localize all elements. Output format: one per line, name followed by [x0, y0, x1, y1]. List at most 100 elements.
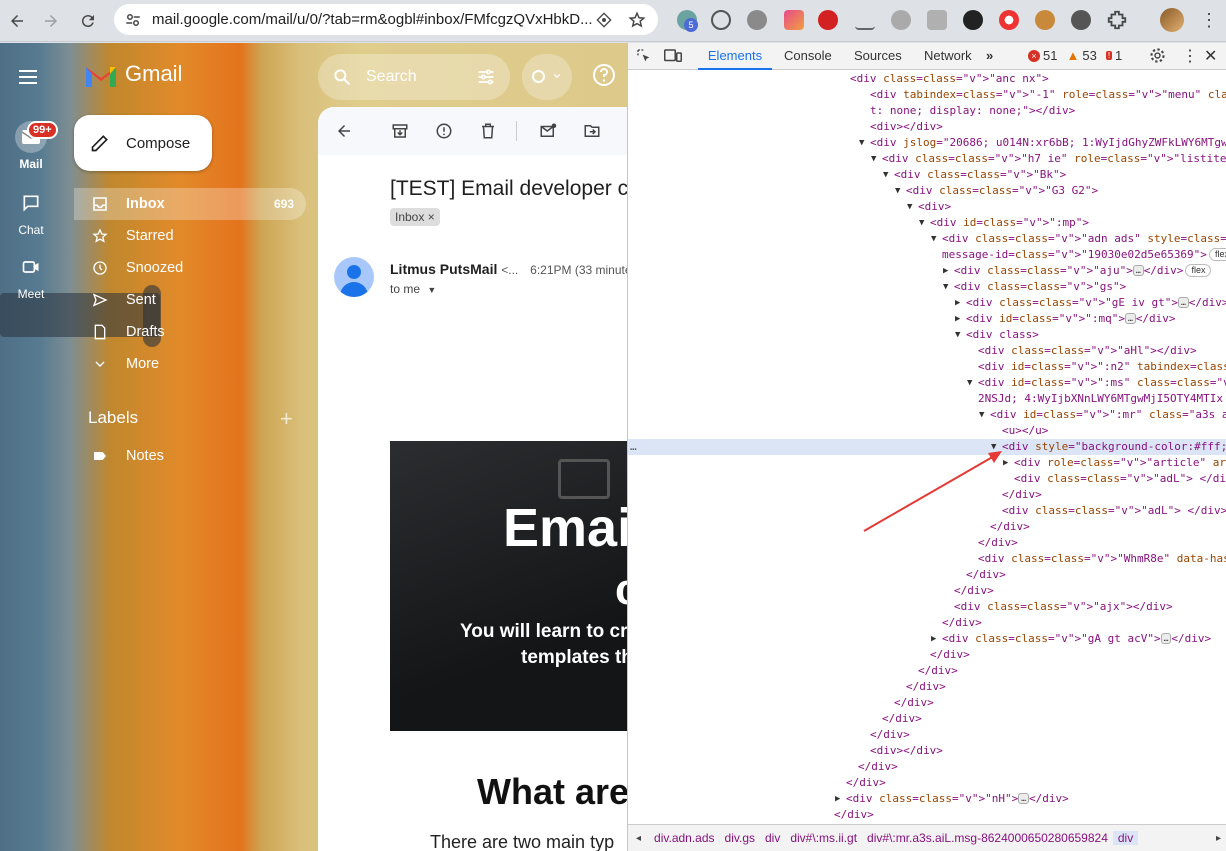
- nav-drafts[interactable]: Drafts: [74, 316, 306, 348]
- nav-snoozed[interactable]: Snoozed: [74, 252, 306, 284]
- expand-triangle-down-icon[interactable]: ▼: [955, 327, 960, 343]
- forward-icon[interactable]: [38, 8, 64, 34]
- breadcrumb-right-icon[interactable]: ▸: [1210, 833, 1226, 844]
- extension-icon-3[interactable]: [747, 10, 767, 30]
- nav-inbox[interactable]: Inbox 693: [74, 188, 306, 220]
- gmail-logo-text[interactable]: Gmail: [125, 61, 182, 87]
- breadcrumb-item[interactable]: div.adn.ads: [649, 831, 720, 845]
- flex-badge[interactable]: flex: [1185, 264, 1212, 277]
- dom-node-line[interactable]: ▶ <div class=class="v">"nH">… </div>: [628, 791, 1226, 807]
- sender-name[interactable]: Litmus PutsMail: [390, 261, 497, 277]
- dom-node-line[interactable]: message-id=class="v">"19030e02d5e65369">…: [628, 247, 1226, 263]
- dom-node-line[interactable]: ▼ <div>: [628, 199, 1226, 215]
- dom-node-line[interactable]: </div>: [628, 583, 1226, 599]
- breadcrumb-current[interactable]: div: [1112, 831, 1139, 845]
- back-arrow-icon[interactable]: [332, 119, 356, 143]
- extension-icon-6[interactable]: [855, 10, 875, 30]
- dom-node-line[interactable]: t: none; display: none;"></div>: [628, 103, 1226, 119]
- breadcrumb-item[interactable]: div.gs: [720, 831, 760, 845]
- sender-avatar[interactable]: [334, 257, 374, 297]
- profile-avatar[interactable]: [1160, 8, 1184, 32]
- breadcrumb-item[interactable]: div#\:ms.ii.gt: [785, 831, 862, 845]
- error-counter[interactable]: × 51 ▲ 53 ! 1: [1028, 48, 1122, 63]
- expand-triangle-right-icon[interactable]: ▶: [931, 631, 936, 647]
- dom-node-line[interactable]: ▼ <div class=class="v">"G3 G2">: [628, 183, 1226, 199]
- breadcrumb-item[interactable]: div: [760, 831, 785, 845]
- expand-triangle-down-icon[interactable]: ▼: [871, 151, 876, 167]
- search-input[interactable]: Search: [366, 68, 417, 86]
- dom-node-line[interactable]: ▼ <div class>: [628, 327, 1226, 343]
- expand-triangle-right-icon[interactable]: ▶: [835, 791, 840, 807]
- collapsed-children-icon[interactable]: …: [1124, 313, 1136, 324]
- add-label-icon[interactable]: +: [280, 406, 293, 432]
- expand-triangle-right-icon[interactable]: ▶: [955, 311, 960, 327]
- extensions-puzzle-icon[interactable]: [1106, 9, 1128, 31]
- expand-triangle-down-icon[interactable]: ▼: [919, 215, 924, 231]
- dom-node-line[interactable]: <div tabindex=class="v">"-1" role=class=…: [628, 87, 1226, 103]
- collapsed-children-icon[interactable]: …: [1018, 793, 1030, 804]
- collapsed-children-icon[interactable]: …: [1160, 633, 1172, 644]
- mark-unread-icon[interactable]: [536, 119, 560, 143]
- tab-elements[interactable]: Elements: [698, 43, 772, 70]
- dom-node-line[interactable]: <div class=class="v">"anc nx">: [628, 71, 1226, 87]
- bookmark-star-icon[interactable]: [628, 10, 646, 29]
- dom-node-line[interactable]: </div>: [628, 727, 1226, 743]
- more-tabs-icon[interactable]: »: [986, 48, 993, 63]
- dom-node-line[interactable]: </div>: [628, 567, 1226, 583]
- devtools-settings-icon[interactable]: [1149, 47, 1166, 64]
- dom-node-line[interactable]: ▼ <div class=class="v">"adn ads" style=cl…: [628, 231, 1226, 247]
- search-options-icon[interactable]: [476, 67, 496, 87]
- seo-extension-icon[interactable]: [818, 10, 838, 30]
- dom-node-line[interactable]: ▼ <div class=class="v">"h7 ie" role=class…: [628, 151, 1226, 167]
- dom-node-line[interactable]: </div>: [628, 695, 1226, 711]
- expand-triangle-down-icon[interactable]: ▼: [907, 199, 912, 215]
- nav-sent[interactable]: Sent: [74, 284, 306, 316]
- tab-sources[interactable]: Sources: [854, 48, 902, 63]
- install-icon[interactable]: [596, 11, 612, 28]
- device-toolbar-icon[interactable]: [664, 48, 682, 64]
- breadcrumb-left-icon[interactable]: ◂: [628, 833, 649, 844]
- help-icon[interactable]: [592, 63, 620, 91]
- browser-menu-icon[interactable]: ⋮: [1200, 10, 1218, 31]
- extension-icon-10[interactable]: [999, 10, 1019, 30]
- dom-node-line[interactable]: ▶ <div id=class="v">":mq">… </div>: [628, 311, 1226, 327]
- node-actions-icon[interactable]: …: [630, 439, 637, 455]
- nav-more[interactable]: More: [74, 348, 306, 380]
- main-menu-icon[interactable]: [16, 65, 40, 89]
- tab-console[interactable]: Console: [784, 48, 832, 63]
- dom-node-line[interactable]: </div>: [628, 663, 1226, 679]
- inbox-label-chip[interactable]: Inbox ×: [390, 208, 440, 226]
- expand-triangle-down-icon[interactable]: ▼: [895, 183, 900, 199]
- move-to-icon[interactable]: [580, 119, 604, 143]
- expand-triangle-right-icon[interactable]: ▶: [943, 263, 948, 279]
- expand-triangle-right-icon[interactable]: ▶: [955, 295, 960, 311]
- expand-triangle-down-icon[interactable]: ▼: [943, 279, 948, 295]
- breadcrumb-item[interactable]: div#\:mr.a3s.aiL.msg-8624000650280659824: [862, 831, 1113, 845]
- status-dropdown[interactable]: [522, 54, 572, 100]
- expand-triangle-down-icon[interactable]: ▼: [979, 407, 984, 423]
- search-bar[interactable]: Search: [318, 54, 510, 100]
- cookie-extension-icon[interactable]: [1035, 10, 1055, 30]
- compose-button[interactable]: Compose: [74, 115, 212, 171]
- expand-triangle-down-icon[interactable]: ▼: [967, 375, 972, 391]
- tab-network[interactable]: Network: [924, 48, 972, 63]
- expand-triangle-down-icon[interactable]: ▼: [883, 167, 888, 183]
- dom-node-line[interactable]: ▼ <div class=class="v">"Bk">: [628, 167, 1226, 183]
- flex-badge[interactable]: flex: [1208, 248, 1226, 261]
- back-icon[interactable]: [4, 8, 30, 34]
- dom-node-line[interactable]: ▼ <div class=class="v">"gs">: [628, 279, 1226, 295]
- site-settings-icon[interactable]: [124, 11, 142, 29]
- dom-node-line[interactable]: ▼ <div id=class="v">":mp">: [628, 215, 1226, 231]
- dom-node-line[interactable]: </div>: [628, 711, 1226, 727]
- archive-icon[interactable]: [388, 119, 412, 143]
- dom-node-line[interactable]: <div class=class="v">"WhmR8e" data-hash=…: [628, 551, 1226, 567]
- dom-node-line[interactable]: </div>: [628, 679, 1226, 695]
- extension-icon-8[interactable]: [927, 10, 947, 30]
- delete-icon[interactable]: [476, 119, 500, 143]
- dom-node-line[interactable]: ▶ <div class=class="v">"aju">… </div> flex: [628, 263, 1226, 279]
- collapsed-children-icon[interactable]: …: [1132, 265, 1144, 276]
- dom-node-line[interactable]: </div>: [628, 759, 1226, 775]
- dom-node-line[interactable]: ▶ <div class=class="v">"gA gt acV">… </div…: [628, 631, 1226, 647]
- gmail-logo-icon[interactable]: [84, 63, 118, 89]
- dom-node-line[interactable]: <div class=class="v">"ajx"></div>: [628, 599, 1226, 615]
